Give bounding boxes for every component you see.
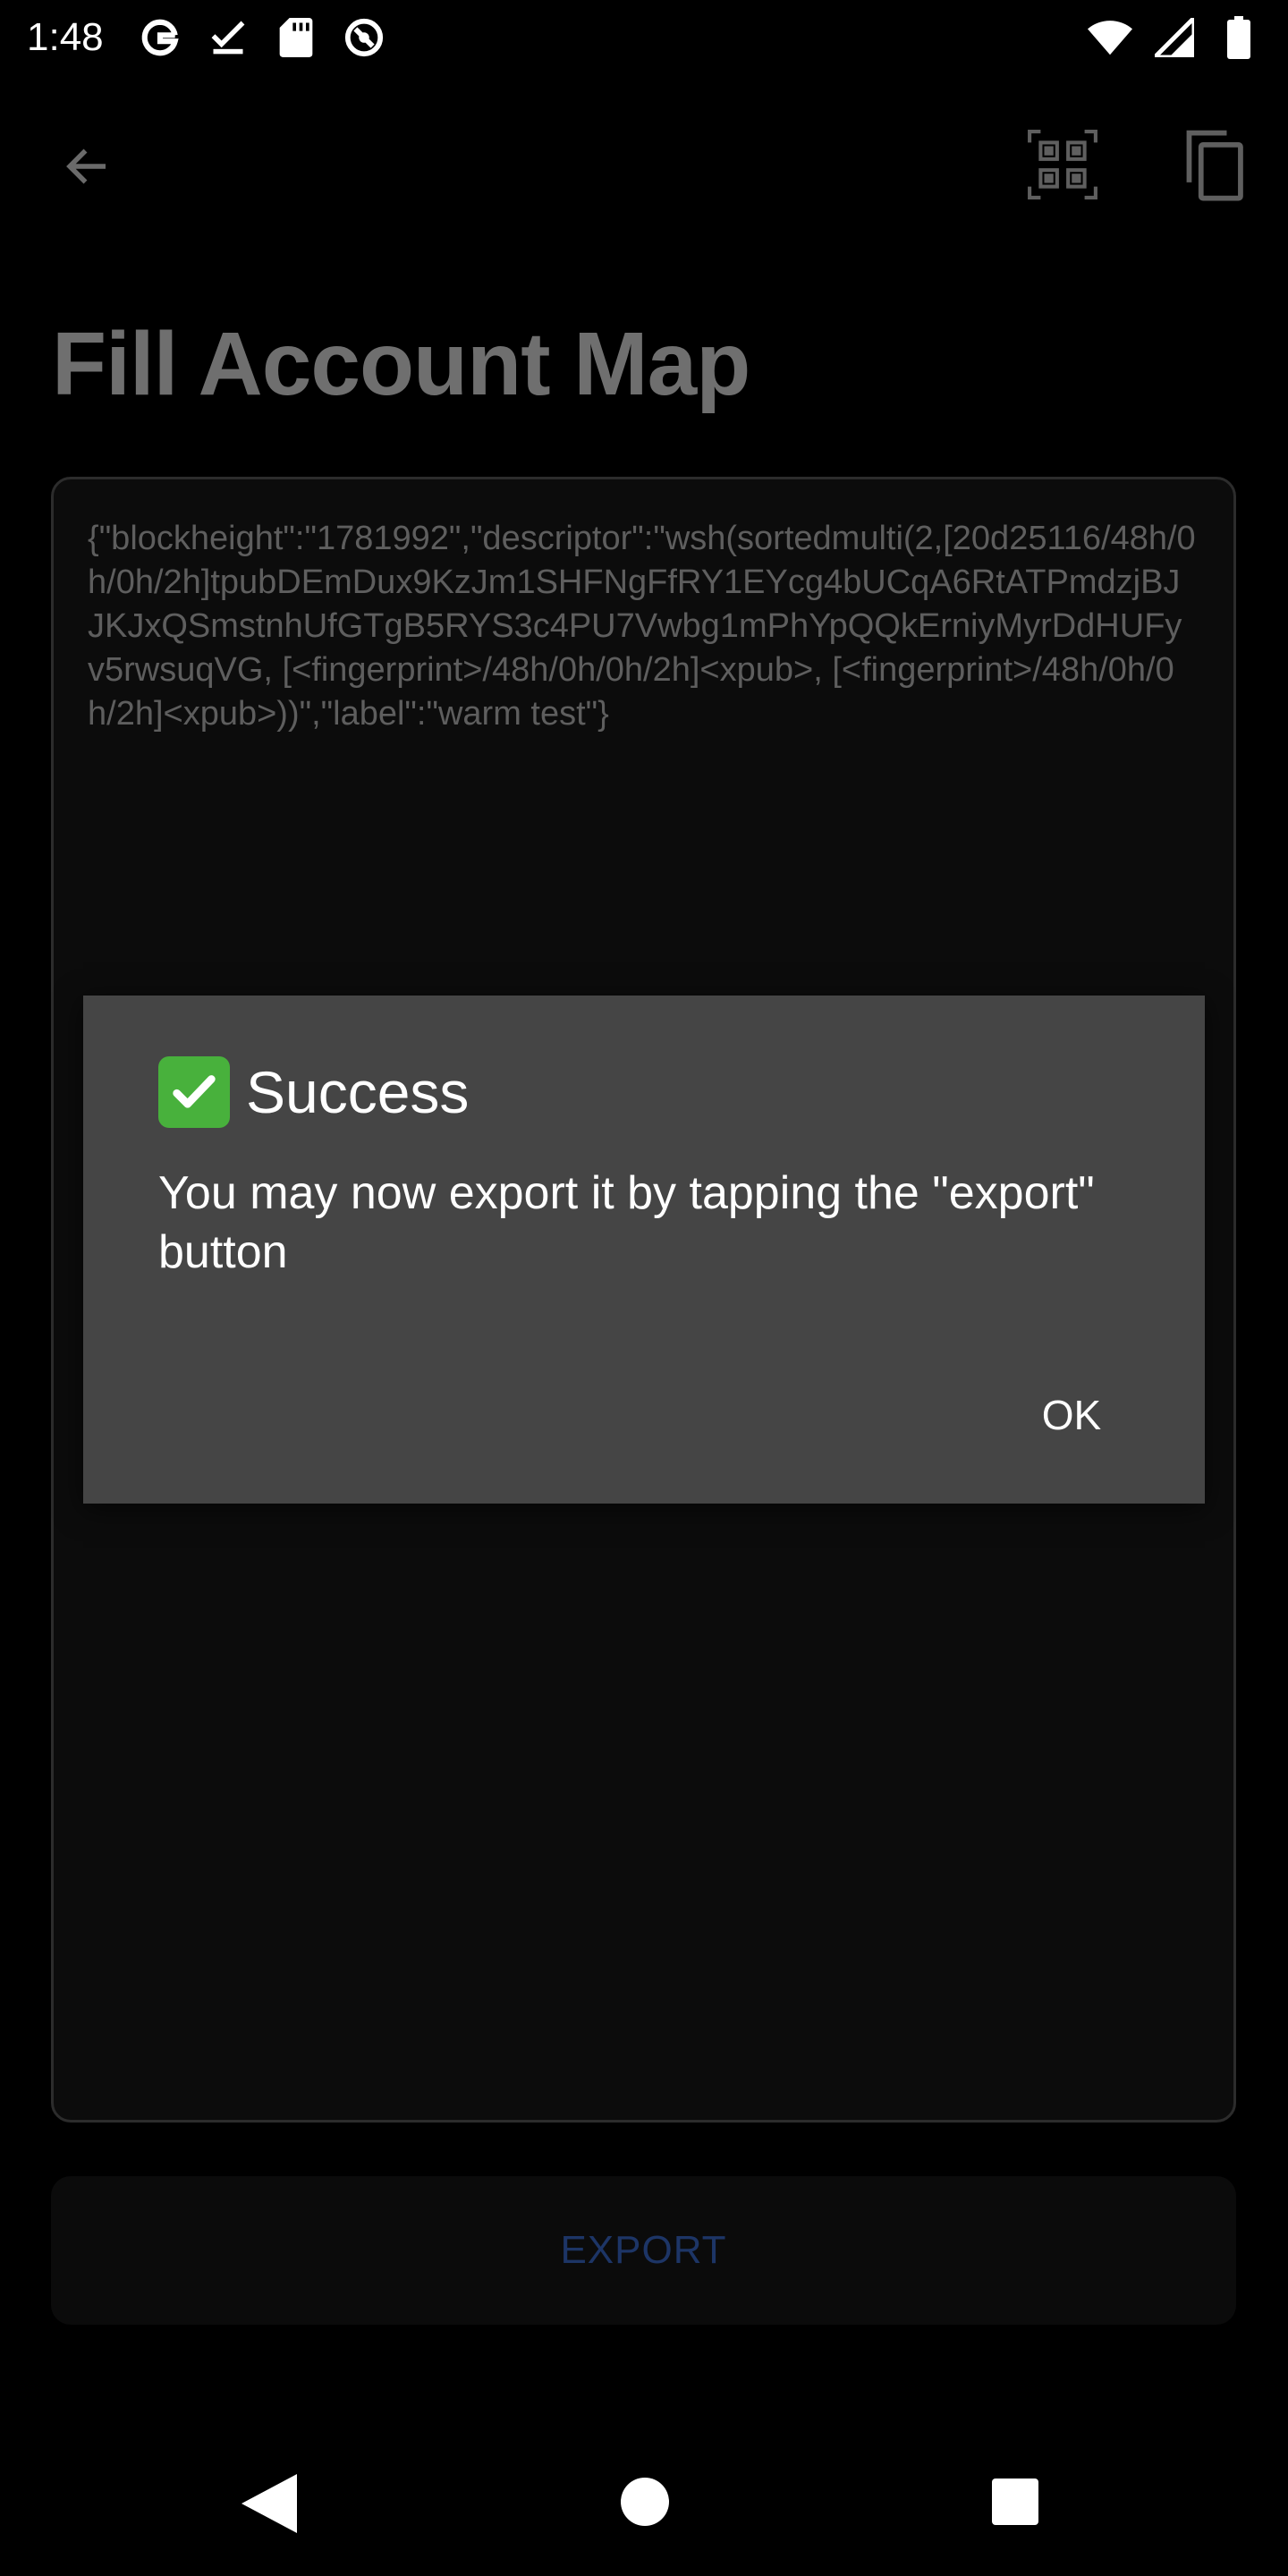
status-bar-right bbox=[1088, 15, 1261, 60]
success-dialog: Success You may now export it by tapping… bbox=[83, 996, 1205, 1504]
qr-code-button[interactable] bbox=[1021, 125, 1104, 208]
status-bar: 1:48 bbox=[0, 0, 1288, 75]
navigation-bar bbox=[0, 2433, 1288, 2576]
check-mark-icon bbox=[158, 1056, 230, 1128]
download-done-icon bbox=[206, 15, 250, 60]
copy-icon bbox=[1179, 127, 1247, 207]
cell-signal-icon bbox=[1152, 15, 1197, 60]
back-button[interactable] bbox=[52, 132, 123, 204]
copy-button[interactable] bbox=[1172, 125, 1254, 208]
dialog-title-text: Success bbox=[246, 1059, 470, 1125]
arrow-back-icon bbox=[61, 140, 114, 198]
export-button[interactable]: EXPORT bbox=[51, 2176, 1236, 2325]
status-time: 1:48 bbox=[27, 15, 104, 59]
ok-button[interactable]: OK bbox=[1013, 1375, 1130, 1455]
qr-code-icon bbox=[1026, 128, 1099, 206]
dialog-message: You may now export it by tapping the "ex… bbox=[158, 1167, 1095, 1278]
status-bar-left: 1:48 bbox=[27, 15, 386, 60]
battery-icon bbox=[1216, 15, 1261, 60]
google-icon bbox=[138, 15, 182, 60]
sd-card-icon bbox=[274, 15, 318, 60]
wifi-icon bbox=[1088, 15, 1132, 60]
no-disturb-icon bbox=[342, 15, 386, 60]
page-title: Fill Account Map bbox=[52, 314, 750, 414]
nav-back-icon[interactable] bbox=[242, 2474, 297, 2533]
textarea-value: {"blockheight":"1781992","descriptor":"w… bbox=[88, 520, 1196, 733]
nav-recents-icon[interactable] bbox=[992, 2479, 1038, 2525]
nav-home-icon[interactable] bbox=[621, 2478, 669, 2526]
dialog-title: Success bbox=[158, 1056, 469, 1128]
app-bar bbox=[0, 98, 1288, 224]
export-button-label: EXPORT bbox=[560, 2228, 727, 2272]
